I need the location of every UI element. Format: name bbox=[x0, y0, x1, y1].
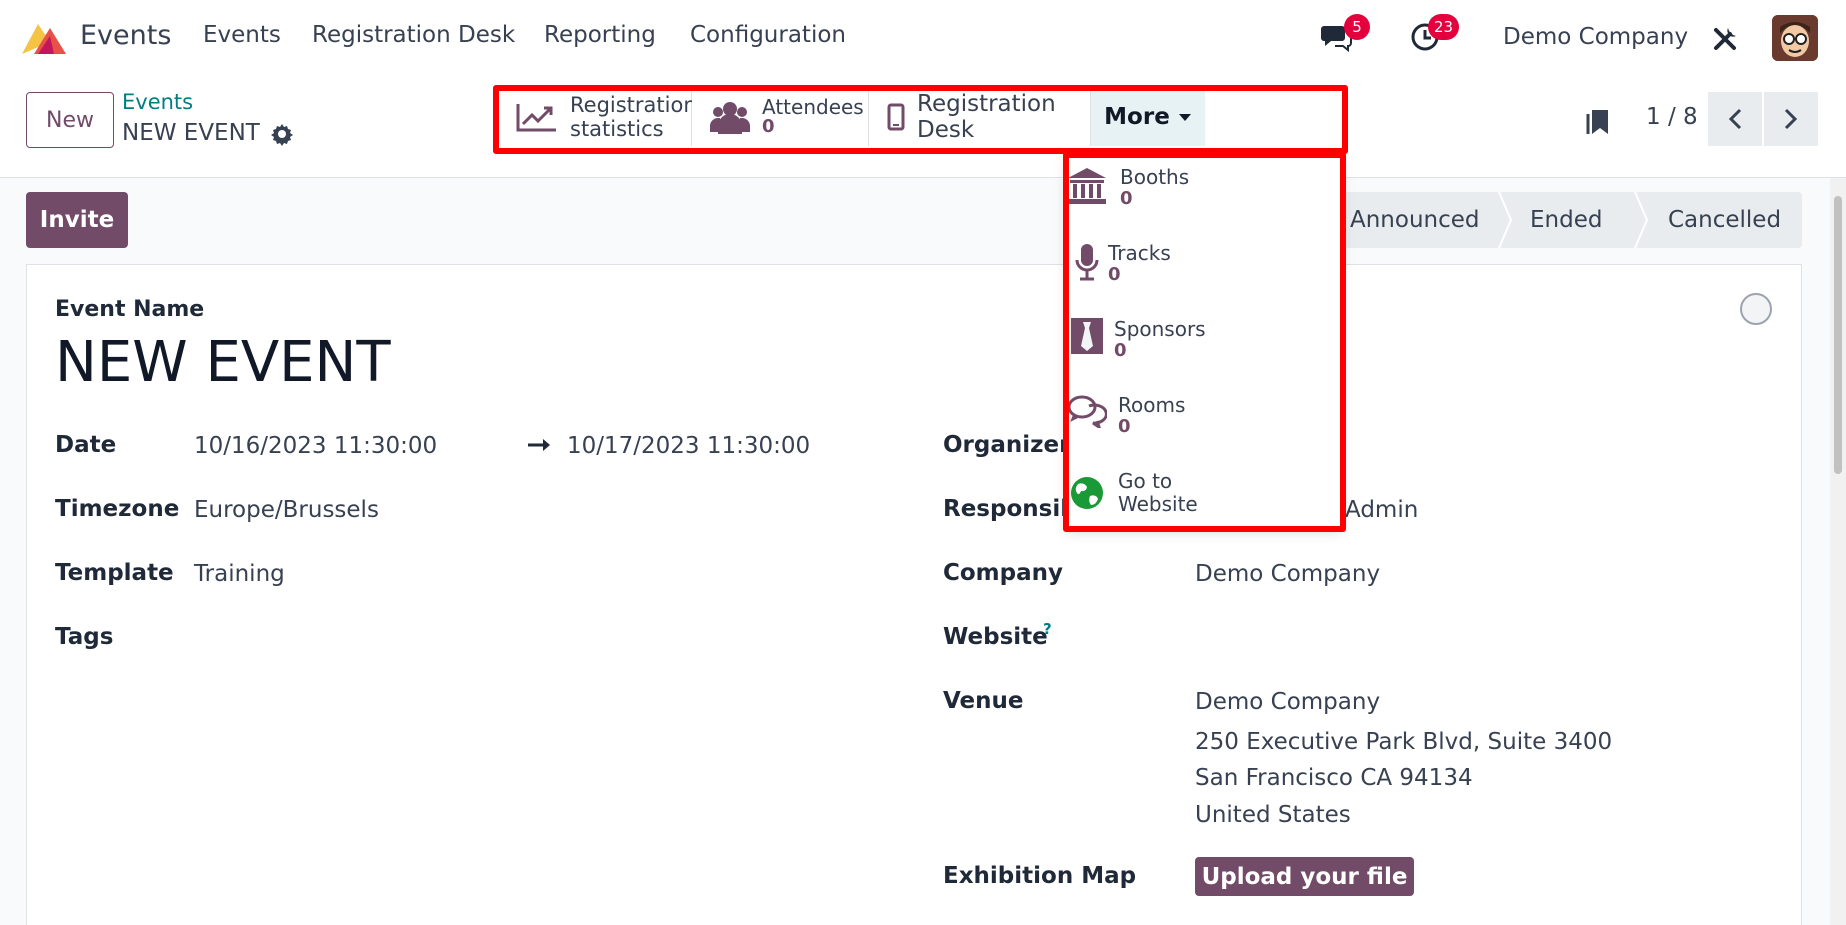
breadcrumb-current: NEW EVENT bbox=[122, 120, 260, 146]
template-label: Template bbox=[55, 560, 174, 586]
company-field[interactable]: Demo Company bbox=[1195, 561, 1380, 587]
dropdown-item-sponsors[interactable]: Sponsors 0 bbox=[1066, 318, 1336, 362]
messages-badge: 5 bbox=[1344, 14, 1370, 40]
pager-value[interactable]: 1 / 8 bbox=[1646, 104, 1698, 130]
sponsors-label: Sponsors bbox=[1114, 317, 1206, 341]
tools-icon[interactable] bbox=[1712, 24, 1740, 52]
stage-announced-label: Announced bbox=[1350, 207, 1480, 233]
stage-cancelled-label: Cancelled bbox=[1668, 207, 1782, 233]
chevron-left-icon bbox=[1728, 108, 1742, 130]
upload-file-button[interactable]: Upload your file bbox=[1195, 857, 1414, 896]
chevron-right-icon bbox=[1784, 108, 1798, 130]
bank-icon bbox=[1068, 168, 1106, 204]
top-navbar: Events Events Registration Desk Reportin… bbox=[0, 0, 1846, 74]
stage-ended-label: Ended bbox=[1530, 207, 1603, 233]
stage-announced[interactable]: Announced bbox=[1330, 192, 1498, 248]
website-help-tooltip[interactable]: ? bbox=[1043, 620, 1052, 638]
control-panel: New Events NEW EVENT Registration statis… bbox=[0, 74, 1846, 178]
user-avatar[interactable] bbox=[1772, 15, 1818, 61]
stage-cancelled[interactable]: Cancelled bbox=[1648, 192, 1781, 248]
stage-statusbar: Announced Ended Cancelled bbox=[1330, 192, 1802, 248]
priority-toggle[interactable] bbox=[1740, 293, 1772, 325]
exhibition-map-label: Exhibition Map bbox=[943, 863, 1137, 889]
line-chart-icon bbox=[516, 104, 556, 132]
attendees-label: Attendees bbox=[762, 95, 864, 120]
venue-label: Venue bbox=[943, 688, 1024, 714]
gear-icon[interactable] bbox=[270, 122, 294, 146]
booths-count: 0 bbox=[1120, 188, 1133, 209]
menu-reporting[interactable]: Reporting bbox=[544, 22, 656, 48]
chat-bubbles-icon bbox=[1067, 395, 1107, 428]
pager-next-button[interactable] bbox=[1764, 92, 1818, 146]
go-to-website-line2: Website bbox=[1118, 492, 1198, 516]
website-label: Website bbox=[943, 624, 1048, 650]
venue-street: 250 Executive Park Blvd, Suite 3400 bbox=[1195, 729, 1613, 755]
invite-button[interactable]: Invite bbox=[26, 192, 128, 248]
caret-down-icon bbox=[1178, 114, 1191, 121]
event-name-label: Event Name bbox=[55, 297, 205, 322]
new-button[interactable]: New bbox=[26, 92, 114, 148]
microphone-icon bbox=[1075, 244, 1099, 281]
venue-country: United States bbox=[1195, 802, 1351, 828]
sponsor-icon bbox=[1071, 318, 1103, 354]
dropdown-item-tracks[interactable]: Tracks 0 bbox=[1066, 242, 1336, 286]
attendees-count: 0 bbox=[762, 116, 775, 138]
venue-city: San Francisco CA 94134 bbox=[1195, 765, 1473, 791]
mobile-phone-icon bbox=[887, 103, 905, 131]
dropdown-item-rooms[interactable]: Rooms 0 bbox=[1066, 394, 1336, 438]
more-label: More bbox=[1104, 104, 1170, 130]
date-label: Date bbox=[55, 432, 117, 458]
menu-registration-desk[interactable]: Registration Desk bbox=[312, 22, 515, 48]
attendees-button[interactable]: Attendees 0 bbox=[692, 88, 869, 146]
organizer-label: Organizer bbox=[943, 432, 1071, 458]
stage-ended[interactable]: Ended bbox=[1512, 192, 1634, 248]
company-label: Company bbox=[943, 560, 1063, 586]
date-end-field[interactable]: 10/17/2023 11:30:00 bbox=[567, 433, 810, 459]
tracks-count: 0 bbox=[1108, 264, 1121, 285]
app-name[interactable]: Events bbox=[80, 20, 171, 51]
more-dropdown-menu: Booths 0 Tracks 0 Sponsors 0 Rooms 0 Go … bbox=[1066, 152, 1342, 528]
stage-separator-icon bbox=[1498, 192, 1512, 248]
company-switcher[interactable]: Demo Company bbox=[1503, 24, 1688, 50]
breadcrumb-parent[interactable]: Events bbox=[122, 90, 193, 114]
app-logo-icon[interactable] bbox=[20, 20, 70, 56]
arrow-right-icon bbox=[528, 439, 550, 451]
sponsors-count: 0 bbox=[1114, 340, 1127, 361]
rooms-label: Rooms bbox=[1118, 393, 1186, 417]
registration-statistics-button[interactable]: Registration statistics bbox=[498, 88, 697, 146]
responsible-label: Responsibl bbox=[943, 496, 1085, 522]
go-to-website-line1: Go to bbox=[1118, 469, 1173, 493]
registration-desk-label: Registration Desk bbox=[917, 91, 1056, 143]
pager-previous-button[interactable] bbox=[1708, 92, 1762, 146]
more-dropdown-toggle[interactable]: More bbox=[1091, 88, 1205, 146]
smart-buttons: Registration statistics Attendees 0 Regi… bbox=[497, 88, 1205, 146]
rooms-count: 0 bbox=[1118, 416, 1131, 437]
date-start-field[interactable]: 10/16/2023 11:30:00 bbox=[194, 433, 437, 459]
tags-label: Tags bbox=[55, 624, 114, 650]
booths-label: Booths bbox=[1120, 165, 1190, 189]
stage-separator-icon bbox=[1634, 192, 1648, 248]
bookmarks-icon[interactable] bbox=[1586, 104, 1612, 136]
activities-badge: 23 bbox=[1428, 14, 1460, 40]
dropdown-item-go-to-website[interactable]: Go to Website bbox=[1066, 470, 1336, 516]
timezone-label: Timezone bbox=[55, 496, 180, 522]
users-icon bbox=[710, 102, 750, 134]
menu-events[interactable]: Events bbox=[203, 22, 281, 48]
event-name-field[interactable]: NEW EVENT bbox=[55, 330, 391, 395]
scrollbar-thumb[interactable] bbox=[1834, 196, 1842, 474]
registration-desk-button[interactable]: Registration Desk bbox=[869, 88, 1091, 146]
responsible-field[interactable]: Admin bbox=[1345, 497, 1418, 523]
tracks-label: Tracks bbox=[1108, 241, 1171, 265]
venue-name[interactable]: Demo Company bbox=[1195, 689, 1380, 715]
menu-configuration[interactable]: Configuration bbox=[690, 22, 846, 48]
globe-icon bbox=[1071, 477, 1103, 509]
dropdown-item-booths[interactable]: Booths 0 bbox=[1066, 166, 1336, 210]
timezone-field[interactable]: Europe/Brussels bbox=[194, 497, 379, 523]
registration-statistics-label: Registration statistics bbox=[570, 93, 697, 141]
template-field[interactable]: Training bbox=[194, 561, 285, 587]
